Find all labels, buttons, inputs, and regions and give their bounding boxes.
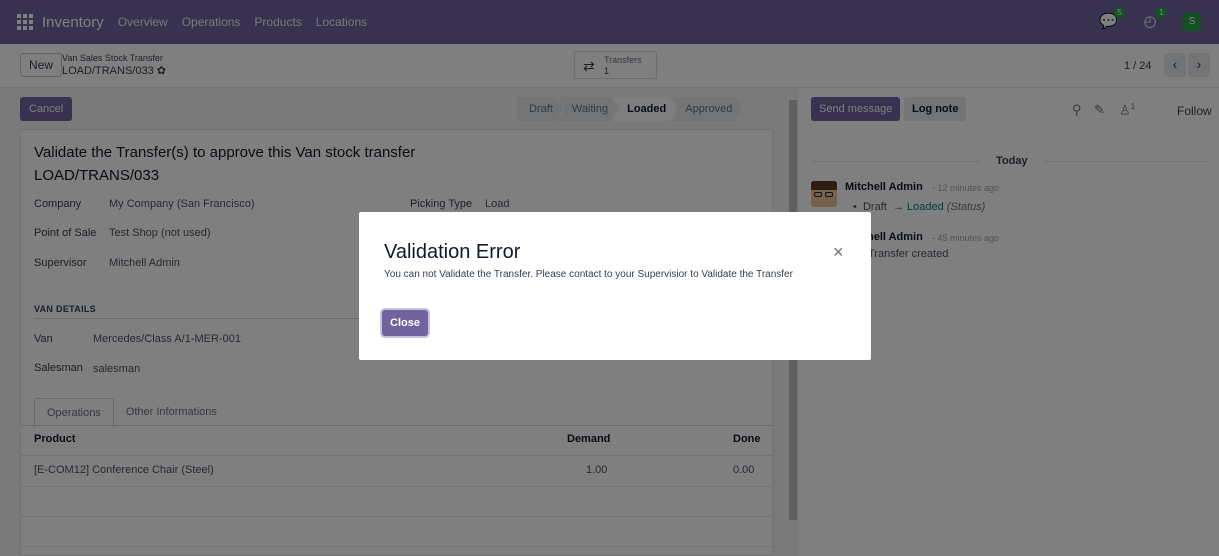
dialog-title: Validation Error — [384, 241, 521, 263]
close-icon[interactable]: × — [833, 242, 844, 263]
dialog-message: You can not Validate the Transfer. Pleas… — [384, 269, 793, 280]
close-button[interactable]: Close — [382, 310, 428, 336]
validation-error-dialog: Validation Error × You can not Validate … — [359, 212, 871, 360]
